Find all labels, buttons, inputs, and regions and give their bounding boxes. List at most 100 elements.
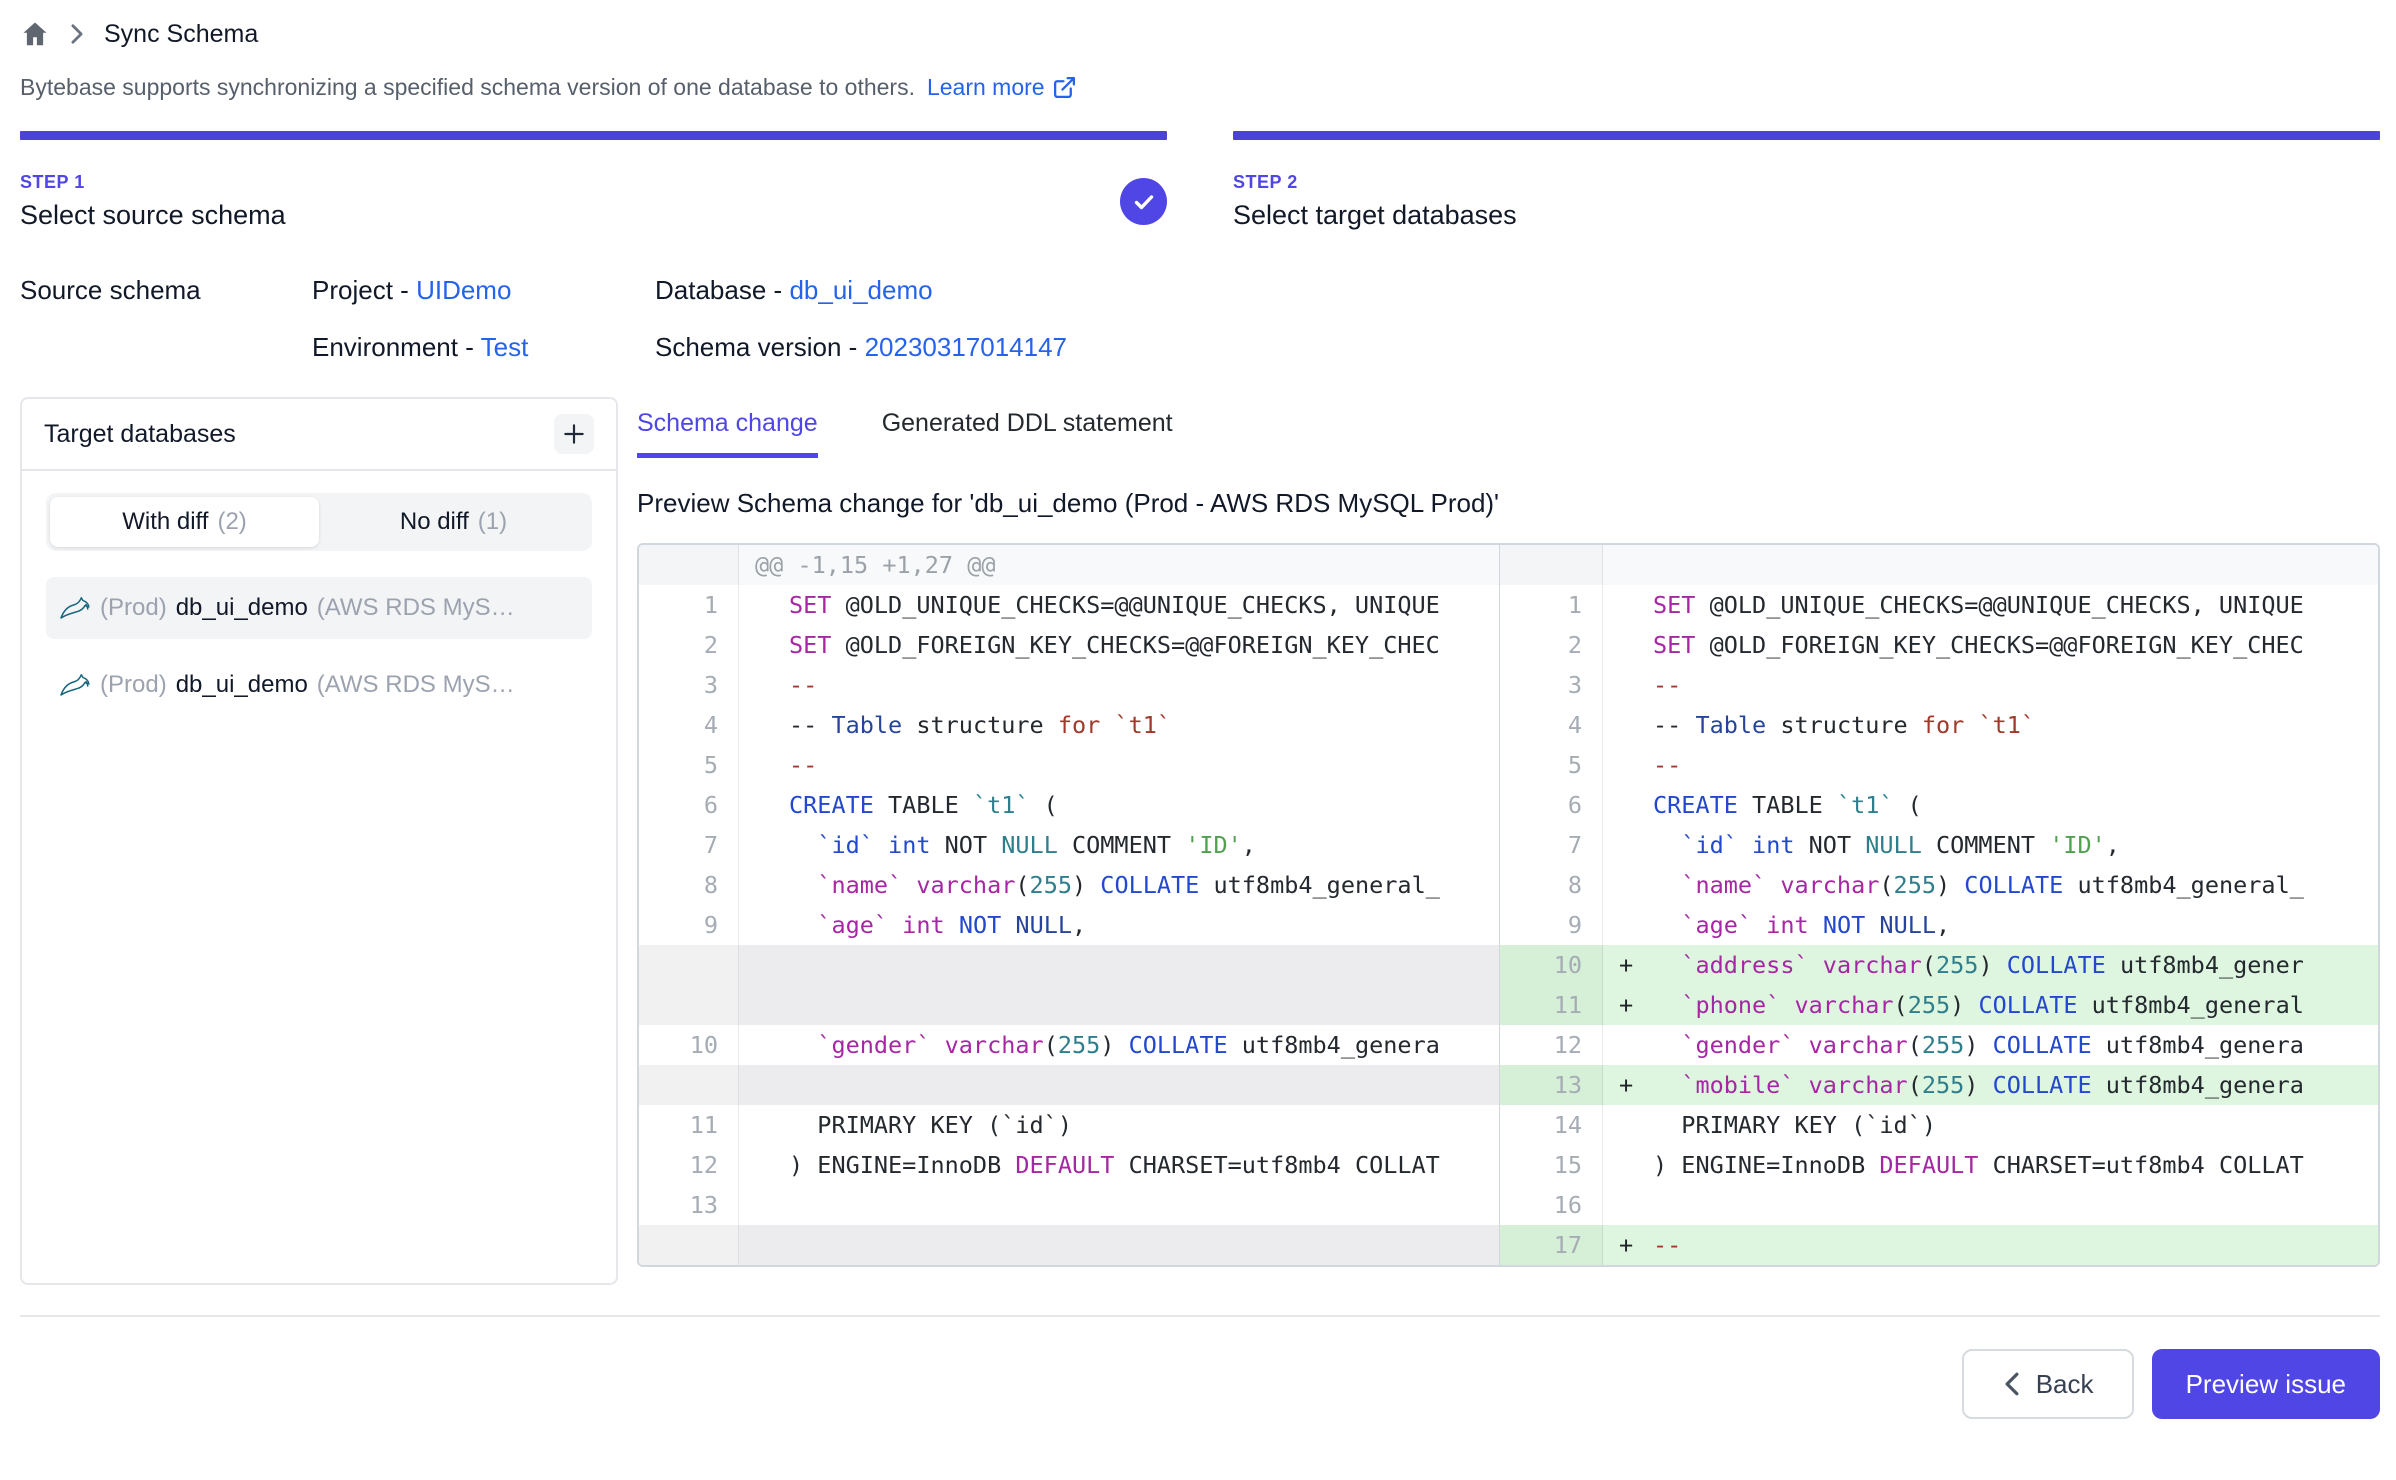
chevron-right-icon — [68, 23, 86, 45]
diff-row: 12 ) ENGINE=InnoDB DEFAULT CHARSET=utf8mb… — [639, 1145, 2378, 1185]
schema-tabs: Schema change Generated DDL statement — [637, 409, 2380, 458]
environment-link[interactable]: Test — [481, 332, 529, 362]
diff-line-number-right: 11 — [1499, 985, 1603, 1025]
stepper: STEP 1 Select source schema STEP 2 Selec… — [20, 131, 2380, 231]
diff-row: 11 PRIMARY KEY (`id`)14 PRIMARY KEY (`id… — [639, 1105, 2378, 1145]
diff-code-right: + `mobile` varchar(255) COLLATE utf8mb4_… — [1603, 1065, 2378, 1105]
diff-code-right: `name` varchar(255) COLLATE utf8mb4_gene… — [1603, 865, 2378, 905]
mysql-icon — [59, 595, 91, 621]
diff-row: 6CREATE TABLE `t1` (6CREATE TABLE `t1` ( — [639, 785, 2378, 825]
target-databases-title: Target databases — [44, 420, 236, 449]
diff-code-right: ) ENGINE=InnoDB DEFAULT CHARSET=utf8mb4 … — [1603, 1145, 2378, 1185]
project-link[interactable]: UIDemo — [416, 275, 511, 305]
main-content: Target databases With diff (2) No diff (… — [20, 397, 2380, 1285]
schema-version-link[interactable]: 20230317014147 — [865, 332, 1067, 362]
diff-code-left: PRIMARY KEY (`id`) — [739, 1105, 1499, 1145]
step-1-title: Select source schema — [20, 200, 286, 231]
diff-code-right: SET @OLD_FOREIGN_KEY_CHECKS=@@FOREIGN_KE… — [1603, 625, 2378, 665]
field-project: Project - UIDemo — [312, 275, 655, 306]
target-database-item[interactable]: (Prod) db_ui_demo (AWS RDS MyS… — [46, 654, 592, 716]
diff-code-right: `age` int NOT NULL, — [1603, 905, 2378, 945]
breadcrumb: Sync Schema — [20, 14, 2380, 54]
step-2: STEP 2 Select target databases — [1233, 131, 2380, 231]
target-databases-panel: Target databases With diff (2) No diff (… — [20, 397, 618, 1285]
diff-line-number-left: 3 — [639, 665, 739, 705]
description-text: Bytebase supports synchronizing a specif… — [20, 74, 915, 101]
diff-line-number-left: 8 — [639, 865, 739, 905]
tab-no-diff[interactable]: No diff (1) — [319, 497, 588, 547]
source-schema-section: Source schema Project - UIDemo Database … — [20, 275, 2380, 363]
diff-code-left: -- — [739, 665, 1499, 705]
schema-diff-viewer: @@ -1,15 +1,27 @@1SET @OLD_UNIQUE_CHECKS… — [637, 543, 2380, 1267]
database-link[interactable]: db_ui_demo — [789, 275, 932, 305]
diff-code-right: -- Table structure for `t1` — [1603, 705, 2378, 745]
step-2-title: Select target databases — [1233, 200, 1517, 231]
source-schema-fields: Project - UIDemo Database - db_ui_demo E… — [312, 275, 1067, 363]
diff-line-number-left: 12 — [639, 1145, 739, 1185]
diff-code-right — [1603, 1185, 2378, 1225]
diff-line-number-right: 1 — [1499, 585, 1603, 625]
diff-line-number-right: 8 — [1499, 865, 1603, 905]
diff-code-right: `gender` varchar(255) COLLATE utf8mb4_ge… — [1603, 1025, 2378, 1065]
diff-line-number-right: 7 — [1499, 825, 1603, 865]
diff-row: 9 `age` int NOT NULL,9 `age` int NOT NUL… — [639, 905, 2378, 945]
diff-code-left: `id` int NOT NULL COMMENT 'ID', — [739, 825, 1499, 865]
diff-code-right: + `address` varchar(255) COLLATE utf8mb4… — [1603, 945, 2378, 985]
diff-line-number-left: 7 — [639, 825, 739, 865]
field-schema-version: Schema version - 20230317014147 — [655, 332, 1067, 363]
tab-schema-change[interactable]: Schema change — [637, 409, 818, 458]
step-1-completed-badge — [1120, 178, 1167, 225]
diff-line-number-left: 5 — [639, 745, 739, 785]
diff-line-number-left: 4 — [639, 705, 739, 745]
diff-row: 17+-- — [639, 1225, 2378, 1265]
diff-code-right: SET @OLD_UNIQUE_CHECKS=@@UNIQUE_CHECKS, … — [1603, 585, 2378, 625]
diff-row: 1316 — [639, 1185, 2378, 1225]
tab-with-diff[interactable]: With diff (2) — [50, 497, 319, 547]
diff-code-left: SET @OLD_FOREIGN_KEY_CHECKS=@@FOREIGN_KE… — [739, 625, 1499, 665]
diff-line-number-right: 15 — [1499, 1145, 1603, 1185]
target-database-item[interactable]: (Prod) db_ui_demo (AWS RDS MyS… — [46, 577, 592, 639]
sync-schema-page: Sync Schema Bytebase supports synchroniz… — [0, 0, 2396, 1480]
diff-code-left: CREATE TABLE `t1` ( — [739, 785, 1499, 825]
home-icon[interactable] — [20, 19, 50, 49]
diff-code-left — [739, 1185, 1499, 1225]
back-button[interactable]: Back — [1962, 1349, 2134, 1419]
diff-row: 13+ `mobile` varchar(255) COLLATE utf8mb… — [639, 1065, 2378, 1105]
step-1: STEP 1 Select source schema — [20, 131, 1167, 231]
preview-title: Preview Schema change for 'db_ui_demo (P… — [637, 488, 2380, 519]
external-link-icon — [1052, 75, 1077, 100]
mysql-icon — [59, 672, 91, 698]
diff-code-left: `age` int NOT NULL, — [739, 905, 1499, 945]
diff-code-left: SET @OLD_UNIQUE_CHECKS=@@UNIQUE_CHECKS, … — [739, 585, 1499, 625]
diff-line-number-right: 5 — [1499, 745, 1603, 785]
diff-code-left — [739, 1065, 1499, 1105]
breadcrumb-current: Sync Schema — [104, 20, 258, 49]
diff-row: 10 `gender` varchar(255) COLLATE utf8mb4… — [639, 1025, 2378, 1065]
diff-code-left: -- Table structure for `t1` — [739, 705, 1499, 745]
diff-code-left: `gender` varchar(255) COLLATE utf8mb4_ge… — [739, 1025, 1499, 1065]
diff-line-number-right: 6 — [1499, 785, 1603, 825]
diff-line-number-left: 6 — [639, 785, 739, 825]
diff-line-number-right: 12 — [1499, 1025, 1603, 1065]
add-target-database-button[interactable] — [554, 414, 594, 454]
diff-line-number-right: 4 — [1499, 705, 1603, 745]
diff-line-number-right — [1499, 545, 1603, 585]
step-1-progress-bar — [20, 131, 1167, 140]
schema-change-panel: Schema change Generated DDL statement Pr… — [637, 397, 2380, 1285]
step-2-progress-bar — [1233, 131, 2380, 140]
diff-line-number-left: 10 — [639, 1025, 739, 1065]
diff-code-left — [739, 985, 1499, 1025]
diff-code-left: @@ -1,15 +1,27 @@ — [739, 545, 1499, 585]
diff-line-number-left: 1 — [639, 585, 739, 625]
tab-generated-ddl[interactable]: Generated DDL statement — [882, 409, 1173, 458]
diff-line-number-right: 17 — [1499, 1225, 1603, 1265]
diff-code-right — [1603, 545, 2378, 585]
diff-line-number-left — [639, 545, 739, 585]
diff-line-number-left: 9 — [639, 905, 739, 945]
diff-code-right: -- — [1603, 745, 2378, 785]
preview-issue-button[interactable]: Preview issue — [2152, 1349, 2380, 1419]
diff-line-number-right: 16 — [1499, 1185, 1603, 1225]
diff-code-right: + `phone` varchar(255) COLLATE utf8mb4_g… — [1603, 985, 2378, 1025]
learn-more-link[interactable]: Learn more — [927, 74, 1077, 101]
diff-row: 2SET @OLD_FOREIGN_KEY_CHECKS=@@FOREIGN_K… — [639, 625, 2378, 665]
